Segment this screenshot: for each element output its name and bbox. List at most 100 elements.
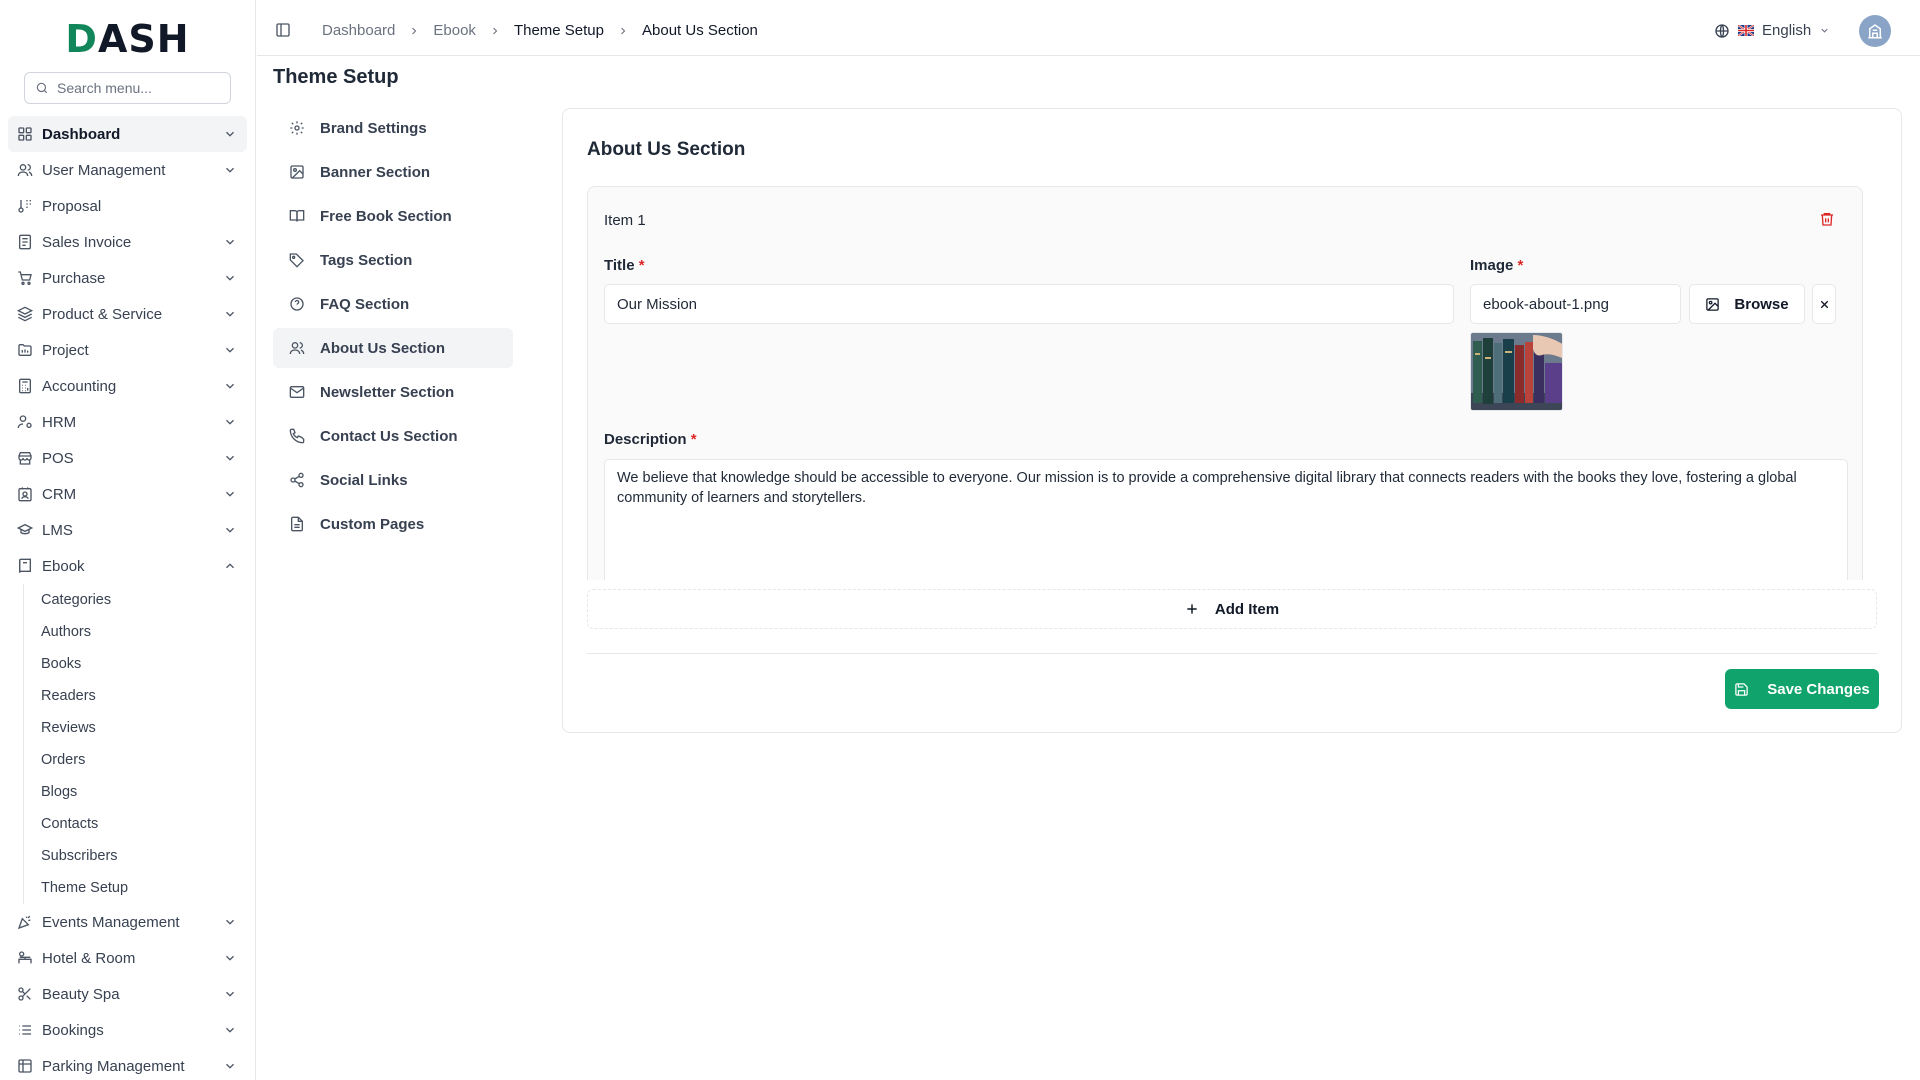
- theme-setup-nav: Brand Settings Banner Section Free Book …: [273, 108, 513, 548]
- sidebar-item-label: Beauty Spa: [42, 985, 120, 1003]
- submenu-item-subscribers[interactable]: Subscribers: [41, 840, 247, 872]
- sidebar-item-purchase[interactable]: Purchase: [8, 260, 247, 296]
- book-icon: [19, 558, 31, 573]
- chevron-down-icon: [226, 1063, 234, 1069]
- chevron-down-icon: [226, 955, 234, 961]
- chevron-down-icon: [226, 311, 234, 317]
- chevron-right-icon: [621, 27, 626, 34]
- setup-nav-banner-section[interactable]: Banner Section: [273, 152, 513, 192]
- setup-nav-free-book-section[interactable]: Free Book Section: [273, 196, 513, 236]
- setup-nav-label: Social Links: [320, 471, 408, 489]
- chevron-down-icon: [226, 491, 234, 497]
- submenu-item-books[interactable]: Books: [41, 648, 247, 680]
- submenu-item-authors[interactable]: Authors: [41, 616, 247, 648]
- add-item-button[interactable]: Add Item: [587, 589, 1877, 629]
- logo-mark: D: [65, 17, 98, 61]
- submenu-item-contacts[interactable]: Contacts: [41, 808, 247, 840]
- sidebar-item-sales-invoice[interactable]: Sales Invoice: [8, 224, 247, 260]
- setup-nav-faq-section[interactable]: FAQ Section: [273, 284, 513, 324]
- sidebar-item-label: Product & Service: [42, 305, 163, 323]
- chevron-down-icon: [226, 239, 234, 245]
- sidebar-item-label: User Management: [42, 161, 166, 179]
- sidebar-item-label: POS: [42, 449, 74, 467]
- setup-nav-social-links[interactable]: Social Links: [273, 460, 513, 500]
- description-label: Description *: [604, 431, 697, 448]
- sidebar-item-hotel-room[interactable]: Hotel & Room: [8, 940, 247, 976]
- sidebar-item-user-management[interactable]: User Management: [8, 152, 247, 188]
- help-circle-icon: [290, 297, 304, 311]
- setup-nav-custom-pages[interactable]: Custom Pages: [273, 504, 513, 544]
- setup-nav-label: FAQ Section: [320, 295, 410, 313]
- sidebar-item-crm[interactable]: CRM: [8, 476, 247, 512]
- title-label-text: Title: [604, 257, 635, 274]
- submenu-item-blogs[interactable]: Blogs: [41, 776, 247, 808]
- chevron-down-icon: [226, 455, 234, 461]
- submenu-item-categories[interactable]: Categories: [41, 584, 247, 616]
- sidebar-item-project[interactable]: Project: [8, 332, 247, 368]
- sidebar-item-pos[interactable]: POS: [8, 440, 247, 476]
- store-icon: [18, 452, 32, 465]
- submenu-item-orders[interactable]: Orders: [41, 744, 247, 776]
- clear-image-button[interactable]: [1812, 284, 1836, 324]
- sidebar-item-bookings[interactable]: Bookings: [8, 1012, 247, 1048]
- sidebar-item-accounting[interactable]: Accounting: [8, 368, 247, 404]
- image-input[interactable]: ebook-about-1.png: [1470, 284, 1681, 324]
- submenu-item-theme-setup[interactable]: Theme Setup: [41, 872, 247, 904]
- sidebar-toggle-icon[interactable]: [275, 22, 291, 38]
- sidebar-item-label: Project: [42, 341, 89, 359]
- setup-nav-contact-us-section[interactable]: Contact Us Section: [273, 416, 513, 456]
- search-icon: [36, 82, 48, 94]
- parking-icon: [18, 1059, 32, 1073]
- image-label: Image *: [1470, 257, 1523, 274]
- description-textarea[interactable]: We believe that knowledge should be acce…: [604, 459, 1848, 580]
- setup-nav-newsletter-section[interactable]: Newsletter Section: [273, 372, 513, 412]
- sidebar-item-beauty-spa[interactable]: Beauty Spa: [8, 976, 247, 1012]
- cart-icon: [18, 271, 32, 285]
- top-header: Dashboard Ebook Theme Setup About Us Sec…: [257, 0, 1920, 56]
- breadcrumb-ebook[interactable]: Ebook: [433, 22, 476, 39]
- language-label: English: [1762, 22, 1812, 39]
- sidebar-item-events-management[interactable]: Events Management: [8, 904, 247, 940]
- app-logo[interactable]: D ASH: [0, 0, 255, 64]
- chevron-down-icon: [226, 383, 234, 389]
- ebook-submenu: Categories Authors Books Readers Reviews…: [23, 584, 247, 904]
- sidebar-item-lms[interactable]: LMS: [8, 512, 247, 548]
- sidebar-item-label: Bookings: [42, 1021, 104, 1039]
- sidebar-item-dashboard[interactable]: Dashboard: [8, 116, 247, 152]
- chevron-down-icon: [1821, 28, 1828, 33]
- title-input[interactable]: Our Mission: [604, 284, 1454, 324]
- search-menu-input[interactable]: Search menu...: [24, 72, 231, 104]
- breadcrumb: Dashboard Ebook Theme Setup About Us Sec…: [322, 22, 758, 39]
- submenu-item-readers[interactable]: Readers: [41, 680, 247, 712]
- chevron-down-icon: [226, 919, 234, 925]
- submenu-item-reviews[interactable]: Reviews: [41, 712, 247, 744]
- search-placeholder: Search menu...: [57, 80, 152, 96]
- mail-icon: [289, 386, 305, 398]
- image-icon: [1706, 297, 1720, 311]
- calculator-icon: [19, 378, 31, 394]
- language-selector[interactable]: English: [1714, 22, 1830, 39]
- sidebar-item-proposal[interactable]: Proposal: [8, 188, 247, 224]
- sidebar-item-label: Ebook: [42, 557, 85, 575]
- breadcrumb-current: About Us Section: [642, 22, 758, 39]
- sidebar-item-label: Hotel & Room: [42, 949, 136, 967]
- sidebar-item-ebook[interactable]: Ebook: [8, 548, 247, 584]
- image-label-text: Image: [1470, 257, 1514, 274]
- breadcrumb-theme-setup[interactable]: Theme Setup: [514, 22, 604, 39]
- sidebar-item-product-service[interactable]: Product & Service: [8, 296, 247, 332]
- setup-nav-brand-settings[interactable]: Brand Settings: [273, 108, 513, 148]
- file-icon: [291, 516, 303, 532]
- sidebar-item-label: HRM: [42, 413, 77, 431]
- about-us-card: About Us Section Item 1 Title * Our Miss…: [562, 108, 1902, 733]
- user-avatar[interactable]: [1859, 15, 1891, 47]
- sidebar-item-label: Dashboard: [42, 125, 121, 143]
- setup-nav-about-us-section[interactable]: About Us Section: [273, 328, 513, 368]
- breadcrumb-dashboard[interactable]: Dashboard: [322, 22, 395, 39]
- setup-nav-tags-section[interactable]: Tags Section: [273, 240, 513, 280]
- contact-icon: [18, 487, 32, 502]
- sidebar-item-parking-management[interactable]: Parking Management: [8, 1048, 247, 1080]
- sidebar-item-hrm[interactable]: HRM: [8, 404, 247, 440]
- browse-button[interactable]: Browse: [1689, 284, 1805, 324]
- trash-icon[interactable]: [1819, 211, 1835, 227]
- save-changes-button[interactable]: Save Changes: [1725, 669, 1879, 709]
